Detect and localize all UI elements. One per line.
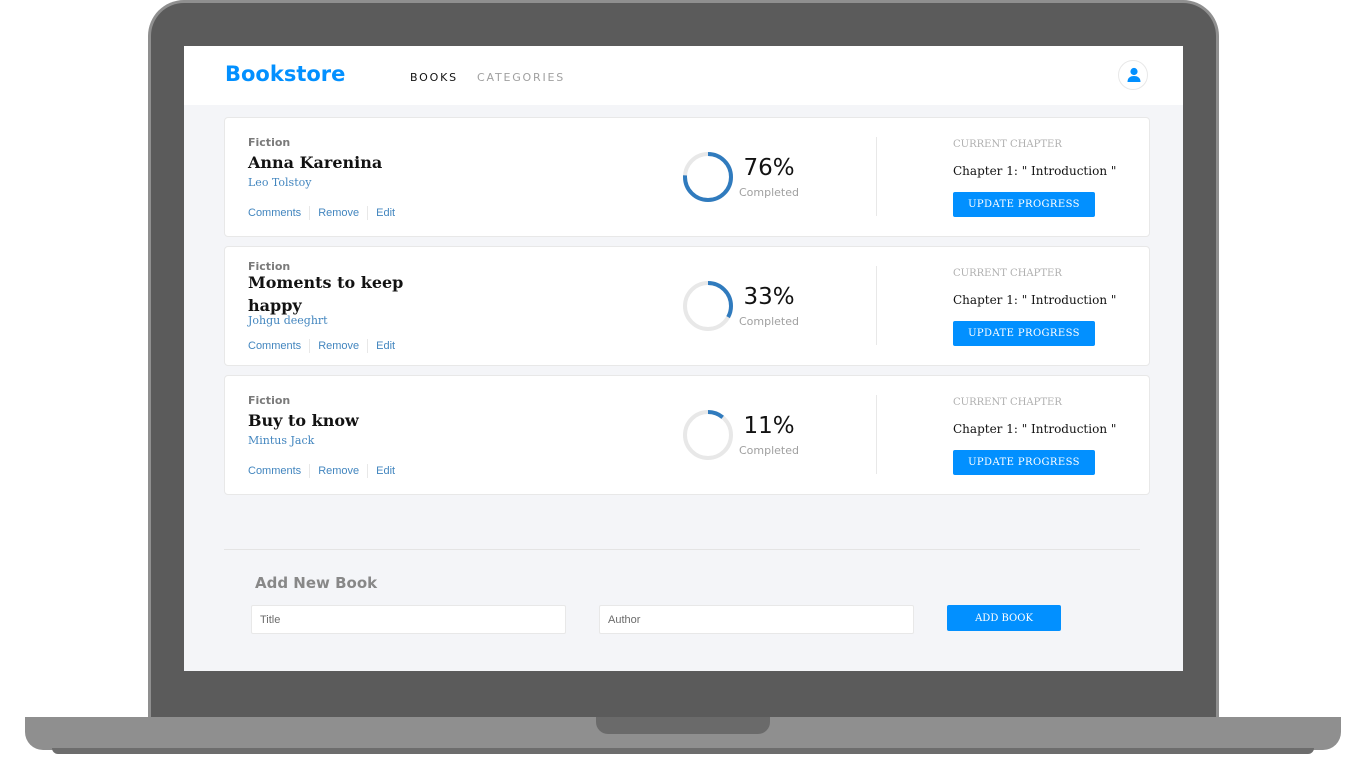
book-actions: Comments Remove Edit [248,339,395,353]
remove-button[interactable]: Remove [318,207,359,219]
update-progress-button[interactable]: UPDATE PROGRESS [953,192,1095,217]
book-actions: Comments Remove Edit [248,206,395,220]
completed-label: Completed [739,444,799,457]
current-chapter: Chapter 1: " Introduction " [953,422,1117,436]
remove-button[interactable]: Remove [318,465,359,477]
book-author[interactable]: Leo Tolstoy [248,176,311,189]
book-card: Fiction Moments to keep happy Johgu deeg… [224,246,1150,366]
book-actions: Comments Remove Edit [248,464,395,478]
book-author[interactable]: Mintus Jack [248,434,314,447]
laptop-base-shadow [52,748,1314,754]
title-input[interactable] [251,605,566,634]
current-chapter-label: CURRENT CHAPTER [953,139,1062,150]
progress-ring [683,281,733,331]
progress-percent: 76% [743,155,795,181]
progress-percent: 11% [743,413,795,439]
book-genre: Fiction [248,394,291,407]
navbar: Bookstore BOOKS CATEGORIES [184,46,1183,105]
current-chapter: Chapter 1: " Introduction " [953,164,1117,178]
section-divider [224,549,1140,550]
completed-label: Completed [739,186,799,199]
add-book-button[interactable]: ADD BOOK [947,605,1061,631]
author-input[interactable] [599,605,914,634]
user-icon [1127,67,1141,82]
card-divider [876,395,877,474]
app-screen: Bookstore BOOKS CATEGORIES Fiction Anna … [184,46,1183,671]
book-title: Buy to know [248,411,359,430]
progress-percent: 33% [743,284,795,310]
user-avatar-button[interactable] [1118,60,1148,90]
action-divider [309,464,311,478]
action-divider [309,206,311,220]
book-author[interactable]: Johgu deeghrt [248,314,328,327]
progress-ring [683,152,733,202]
nav-categories[interactable]: CATEGORIES [477,71,565,84]
book-genre: Fiction [248,136,291,149]
laptop-notch [596,717,770,734]
logo[interactable]: Bookstore [225,62,345,86]
card-divider [876,137,877,216]
book-title: Moments to keep happy [248,273,404,315]
book-card: Fiction Anna Karenina Leo Tolstoy Commen… [224,117,1150,237]
action-divider [367,464,369,478]
progress-ring [683,410,733,460]
book-card: Fiction Buy to know Mintus Jack Comments… [224,375,1150,495]
book-title: Anna Karenina [248,153,383,172]
comments-button[interactable]: Comments [248,465,301,477]
current-chapter: Chapter 1: " Introduction " [953,293,1117,307]
action-divider [309,339,311,353]
comments-button[interactable]: Comments [248,207,301,219]
comments-button[interactable]: Comments [248,340,301,352]
action-divider [367,339,369,353]
nav-books[interactable]: BOOKS [410,71,458,84]
card-divider [876,266,877,345]
edit-button[interactable]: Edit [376,340,395,352]
edit-button[interactable]: Edit [376,207,395,219]
action-divider [367,206,369,220]
current-chapter-label: CURRENT CHAPTER [953,268,1062,279]
edit-button[interactable]: Edit [376,465,395,477]
completed-label: Completed [739,315,799,328]
current-chapter-label: CURRENT CHAPTER [953,397,1062,408]
update-progress-button[interactable]: UPDATE PROGRESS [953,321,1095,346]
update-progress-button[interactable]: UPDATE PROGRESS [953,450,1095,475]
remove-button[interactable]: Remove [318,340,359,352]
add-book-title: Add New Book [255,574,378,592]
